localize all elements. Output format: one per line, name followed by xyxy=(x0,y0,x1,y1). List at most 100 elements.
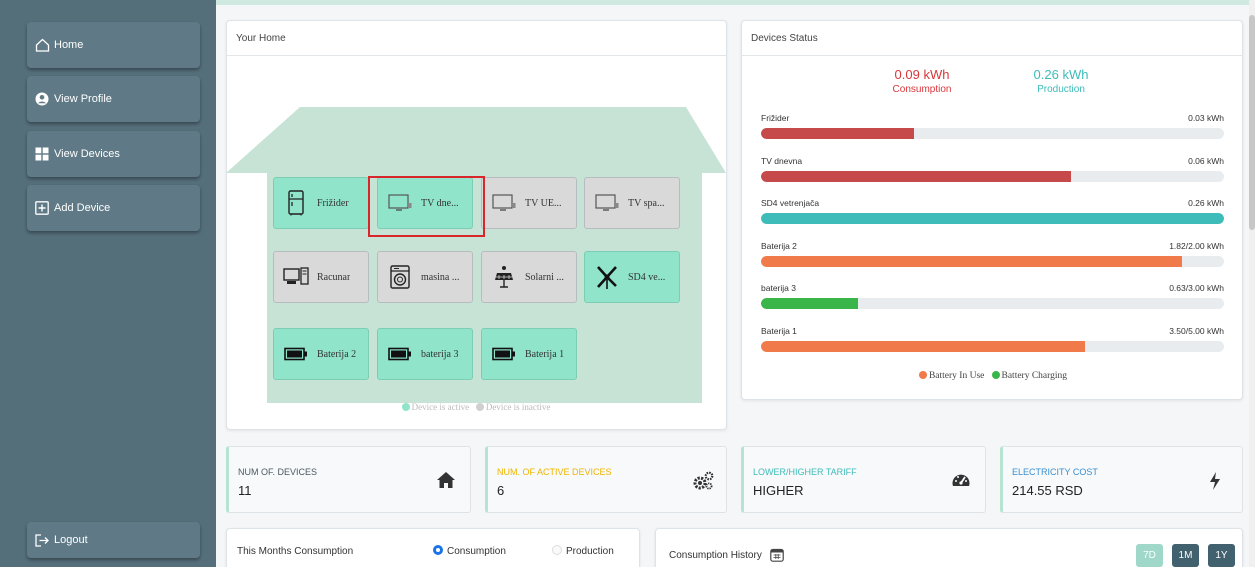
device-tile-fridge[interactable]: Frižider xyxy=(273,177,369,229)
production-stat: 0.26 kWh Production xyxy=(1006,67,1116,95)
tv-icon xyxy=(491,190,517,216)
bolt-icon xyxy=(1208,471,1228,491)
devices-status-card: Devices Status 0.09 kWh Consumption 0.26… xyxy=(741,20,1243,400)
device-tile-tv-spavaca[interactable]: TV spa... xyxy=(584,177,680,229)
bar-track xyxy=(761,256,1224,267)
range-1m-button[interactable]: 1M xyxy=(1172,544,1199,567)
range-7d-button[interactable]: 7D xyxy=(1136,544,1163,567)
sidebar-item-label: View Profile xyxy=(54,93,112,105)
bar-value: 1.82/2.00 kWh xyxy=(1169,241,1224,251)
kpi-num-devices: NUM OF. DEVICES 11 xyxy=(226,446,471,513)
bar-label: TV dnevna xyxy=(761,156,803,166)
inactive-dot-icon xyxy=(475,403,484,411)
radio-production[interactable]: Production xyxy=(552,545,614,557)
sidebar-item-add-device[interactable]: Add Device xyxy=(27,185,200,231)
device-label: TV spa... xyxy=(628,197,665,209)
kpi-tariff: LOWER/HIGHER TARIFF HIGHER xyxy=(741,446,986,513)
radio-consumption[interactable]: Consumption xyxy=(433,545,506,557)
device-label: baterija 3 xyxy=(421,348,459,360)
bar-track xyxy=(761,298,1224,309)
kpi-active-devices: NUM. OF ACTIVE DEVICES 6 xyxy=(485,446,727,513)
devices-status-title: Devices Status xyxy=(742,21,1242,56)
legend-in-use: Battery In Use xyxy=(928,371,985,381)
gauge-icon xyxy=(951,471,971,491)
bar-track xyxy=(761,213,1224,224)
logout-button[interactable]: Logout xyxy=(27,522,200,558)
bar-value: 0.03 kWh xyxy=(1188,113,1224,123)
calendar-icon[interactable] xyxy=(770,548,784,567)
active-dot-icon xyxy=(401,403,410,411)
bar-fill xyxy=(761,341,1086,352)
device-tile-sd4-vetrenjaca[interactable]: SD4 ve... xyxy=(584,251,680,303)
kpi-label: LOWER/HIGHER TARIFF xyxy=(753,467,857,477)
sidebar-item-home[interactable]: Home xyxy=(27,22,200,68)
sidebar-item-view-devices[interactable]: View Devices xyxy=(27,131,200,177)
consumption-stat: 0.09 kWh Consumption xyxy=(867,67,977,95)
sidebar-item-view-profile[interactable]: View Profile xyxy=(27,76,200,122)
device-label: Baterija 2 xyxy=(317,348,357,360)
computer-icon xyxy=(283,264,309,290)
device-label: Frižider xyxy=(317,197,349,209)
bar-value: 0.26 kWh xyxy=(1188,198,1224,208)
gears-icon xyxy=(692,471,714,491)
device-tile-baterija-1[interactable]: Baterija 1 xyxy=(481,328,577,380)
device-tile-baterija-3[interactable]: baterija 3 xyxy=(377,328,473,380)
logout-icon xyxy=(34,532,50,548)
radio-selected-icon xyxy=(433,545,443,555)
bar-track xyxy=(761,171,1224,182)
month-consumption-title: This Months Consumption xyxy=(237,546,354,557)
production-value: 0.26 kWh xyxy=(1033,67,1089,82)
scrollbar-thumb[interactable] xyxy=(1249,15,1255,230)
bar-fill xyxy=(761,171,1072,182)
sidebar-item-label: View Devices xyxy=(54,148,120,160)
bar-fill xyxy=(761,128,914,139)
battery-charging-dot-icon xyxy=(991,371,1000,379)
solar-panel-icon xyxy=(491,264,517,290)
radio-production-label: Production xyxy=(566,546,614,557)
kpi-label: NUM. OF ACTIVE DEVICES xyxy=(497,467,612,477)
device-label: Racunar xyxy=(317,271,351,283)
bar-fill xyxy=(761,213,1224,224)
range-1y-button[interactable]: 1Y xyxy=(1208,544,1235,567)
month-consumption-card: This Months Consumption Consumption Prod… xyxy=(226,528,640,567)
bar-fill xyxy=(761,298,859,309)
kpi-label: NUM OF. DEVICES xyxy=(238,467,318,477)
kpi-value: 6 xyxy=(497,483,505,498)
sidebar-item-label: Home xyxy=(54,39,84,51)
house-roof xyxy=(226,107,726,173)
kpi-electricity-cost: ELECTRICITY COST 214.55 RSD xyxy=(1000,446,1243,513)
device-label: masina ... xyxy=(421,271,460,283)
sidebar: Home View Profile View Devices Add Devic… xyxy=(0,0,216,567)
bar-label: baterija 3 xyxy=(761,283,796,293)
bar-fill xyxy=(761,256,1183,267)
legend-inactive: Device is inactive xyxy=(485,402,551,412)
device-tile-solarni[interactable]: Solarni ... xyxy=(481,251,577,303)
tv-icon xyxy=(594,190,620,216)
battery-icon xyxy=(491,341,517,367)
device-tile-tv-ue[interactable]: TV UE... xyxy=(481,177,577,229)
legend-charging: Battery Charging xyxy=(1001,371,1068,381)
device-label: Solarni ... xyxy=(525,271,564,283)
battery-in-use-dot-icon xyxy=(918,371,927,379)
washing-machine-icon xyxy=(387,264,413,290)
page-scrollbar[interactable] xyxy=(1249,0,1255,567)
selected-device-highlight xyxy=(368,176,485,237)
kpi-value: 214.55 RSD xyxy=(1012,483,1083,498)
consumption-value: 0.09 kWh xyxy=(894,67,950,82)
bar-label: Baterija 2 xyxy=(761,241,797,251)
device-tile-masina[interactable]: masina ... xyxy=(377,251,473,303)
house-icon xyxy=(436,471,456,491)
device-tile-racunar[interactable]: Racunar xyxy=(273,251,369,303)
production-label: Production xyxy=(1037,84,1085,95)
consumption-history-title: Consumption History xyxy=(669,550,762,561)
kpi-value: 11 xyxy=(238,483,252,498)
legend-active: Device is active xyxy=(411,402,470,412)
bar-value: 3.50/5.00 kWh xyxy=(1169,326,1224,336)
device-tile-baterija-2[interactable]: Baterija 2 xyxy=(273,328,369,380)
sidebar-item-label: Add Device xyxy=(54,202,111,214)
radio-unselected-icon xyxy=(552,545,562,555)
battery-icon xyxy=(387,341,413,367)
top-accent-line xyxy=(216,0,1255,5)
bar-track xyxy=(761,128,1224,139)
user-circle-icon xyxy=(34,91,50,107)
